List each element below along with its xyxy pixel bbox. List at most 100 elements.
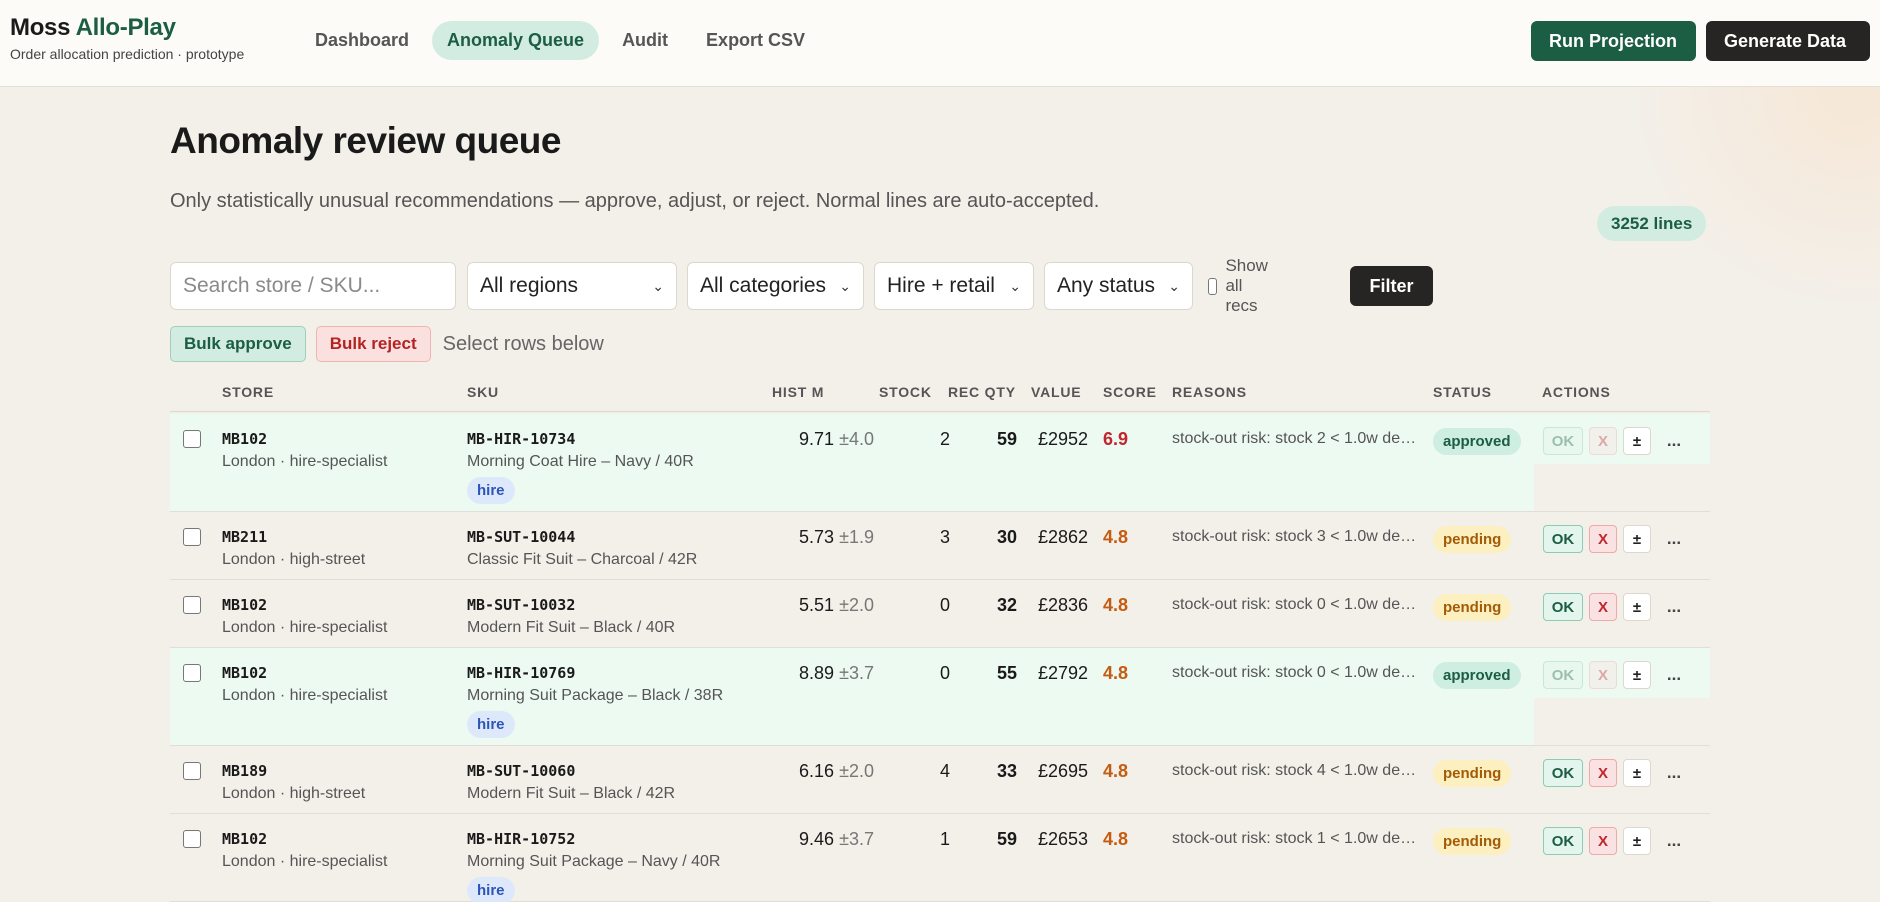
approve-button[interactable]: OK <box>1543 427 1583 455</box>
row-checkbox[interactable] <box>183 528 201 546</box>
bulk-approve-button[interactable]: Bulk approve <box>170 326 306 362</box>
reasons-text: stock-out risk: stock 0 < 1.0w demand <box>1172 664 1417 681</box>
col-sku[interactable]: SKU <box>467 384 499 400</box>
hist-monthly: 5.73 ±1.9 <box>780 527 874 548</box>
score-value: 4.8 <box>1103 663 1129 683</box>
row-checkbox[interactable] <box>183 830 201 848</box>
type-select-value: Hire + retail <box>887 274 995 297</box>
store-code: MB102 <box>222 430 268 448</box>
store-subtitle: London · hire-specialist <box>222 687 388 704</box>
nav-anomaly-queue[interactable]: Anomaly Queue <box>432 21 600 60</box>
hist-monthly: 9.71 ±4.0 <box>780 429 874 450</box>
col-status[interactable]: STATUS <box>1433 384 1492 400</box>
bulk-reject-button[interactable]: Bulk reject <box>315 326 431 362</box>
more-icon[interactable]: ... <box>1660 427 1688 455</box>
reject-button[interactable]: X <box>1589 661 1617 689</box>
adjust-button[interactable]: ± <box>1623 661 1651 689</box>
region-select-value: All regions <box>480 274 579 297</box>
approve-button[interactable]: OK <box>1543 827 1583 855</box>
filter-button[interactable]: Filter <box>1350 266 1433 306</box>
status-select-value: Any status <box>1057 274 1156 297</box>
nav-export-csv[interactable]: Export CSV <box>691 21 820 60</box>
sku-code: MB-SUT-10060 <box>467 762 576 780</box>
hist-sd: ±2.0 <box>839 761 874 781</box>
sku-code: MB-HIR-10734 <box>467 430 576 448</box>
sku-description: Classic Fit Suit – Charcoal / 42R <box>467 551 698 568</box>
adjust-button[interactable]: ± <box>1623 759 1651 787</box>
hist-sd: ±4.0 <box>839 429 874 449</box>
run-projection-button[interactable]: Run Projection <box>1531 21 1696 61</box>
brand: Moss Allo-Play Order allocation predicti… <box>10 14 244 62</box>
table-row: MB102 London · hire-specialist MB-HIR-10… <box>170 648 1710 746</box>
store-subtitle: London · high-street <box>222 785 366 802</box>
search-input[interactable]: Search store / SKU... <box>170 262 456 310</box>
brand-main: Moss <box>10 14 76 41</box>
more-icon[interactable]: ... <box>1660 525 1688 553</box>
more-icon[interactable]: ... <box>1660 759 1688 787</box>
chevron-down-icon: ⌄ <box>652 277 664 294</box>
store-subtitle: London · hire-specialist <box>222 453 388 470</box>
adjust-button[interactable]: ± <box>1623 427 1651 455</box>
row-checkbox[interactable] <box>183 596 201 614</box>
col-value[interactable]: VALUE <box>1031 384 1081 400</box>
col-score[interactable]: SCORE <box>1103 384 1157 400</box>
approve-button[interactable]: OK <box>1543 661 1583 689</box>
approve-button[interactable]: OK <box>1543 759 1583 787</box>
hist-mean: 5.73 <box>799 527 835 547</box>
value-amount: £2695 <box>1037 761 1088 781</box>
col-actions: ACTIONS <box>1542 384 1611 400</box>
stock-value: 0 <box>939 663 950 683</box>
reasons-text: stock-out risk: stock 1 < 1.0w demand <box>1172 830 1417 847</box>
hist-mean: 6.16 <box>799 761 835 781</box>
row-checkbox[interactable] <box>183 762 201 780</box>
reject-button[interactable]: X <box>1589 427 1617 455</box>
col-rec-qty[interactable]: REC QTY <box>948 384 1016 400</box>
adjust-button[interactable]: ± <box>1623 593 1651 621</box>
category-select[interactable]: All categories ⌄ <box>687 262 864 310</box>
reject-button[interactable]: X <box>1589 593 1617 621</box>
type-select[interactable]: Hire + retail ⌄ <box>874 262 1034 310</box>
brand-title: Moss Allo-Play <box>10 14 244 42</box>
hire-tag: hire <box>467 711 515 738</box>
status-select[interactable]: Any status ⌄ <box>1044 262 1193 310</box>
more-icon[interactable]: ... <box>1660 827 1688 855</box>
reject-button[interactable]: X <box>1589 827 1617 855</box>
nav-audit[interactable]: Audit <box>607 21 683 60</box>
sku-description: Morning Suit Package – Navy / 40R <box>467 853 721 870</box>
more-icon[interactable]: ... <box>1660 661 1688 689</box>
hist-sd: ±1.9 <box>839 527 874 547</box>
approve-button[interactable]: OK <box>1543 525 1583 553</box>
approve-button[interactable]: OK <box>1543 593 1583 621</box>
col-stock[interactable]: STOCK <box>879 384 932 400</box>
row-checkbox[interactable] <box>183 430 201 448</box>
adjust-button[interactable]: ± <box>1623 827 1651 855</box>
row-checkbox[interactable] <box>183 664 201 682</box>
score-value: 6.9 <box>1103 429 1129 449</box>
show-all-checkbox[interactable] <box>1208 277 1218 295</box>
sku-description: Modern Fit Suit – Black / 40R <box>467 619 676 636</box>
status-badge: approved <box>1433 662 1521 689</box>
score-value: 4.8 <box>1103 595 1129 615</box>
hire-tag: hire <box>467 877 515 902</box>
store-code: MB102 <box>222 596 268 614</box>
reject-button[interactable]: X <box>1589 759 1617 787</box>
col-hist[interactable]: HIST M <box>772 384 824 400</box>
show-all-toggle[interactable]: Show all recs <box>1208 256 1276 315</box>
rec-qty-value: 55 <box>996 663 1017 683</box>
hist-sd: ±3.7 <box>839 663 874 683</box>
reject-button[interactable]: X <box>1589 525 1617 553</box>
hist-monthly: 8.89 ±3.7 <box>780 663 874 684</box>
col-store[interactable]: STORE <box>222 384 274 400</box>
page-title: Anomaly review queue <box>170 120 561 161</box>
adjust-button[interactable]: ± <box>1623 525 1651 553</box>
nav-dashboard[interactable]: Dashboard <box>300 21 424 60</box>
region-select[interactable]: All regions ⌄ <box>467 262 677 310</box>
page-description: Only statistically unusual recommendatio… <box>170 190 1100 212</box>
show-all-label: Show all recs <box>1225 256 1268 315</box>
value-amount: £2836 <box>1037 595 1088 615</box>
stock-value: 4 <box>939 761 950 781</box>
generate-data-button[interactable]: Generate Data <box>1706 21 1870 61</box>
more-icon[interactable]: ... <box>1660 593 1688 621</box>
rec-qty-value: 32 <box>996 595 1017 615</box>
reasons-text: stock-out risk: stock 4 < 1.0w demand <box>1172 762 1417 779</box>
